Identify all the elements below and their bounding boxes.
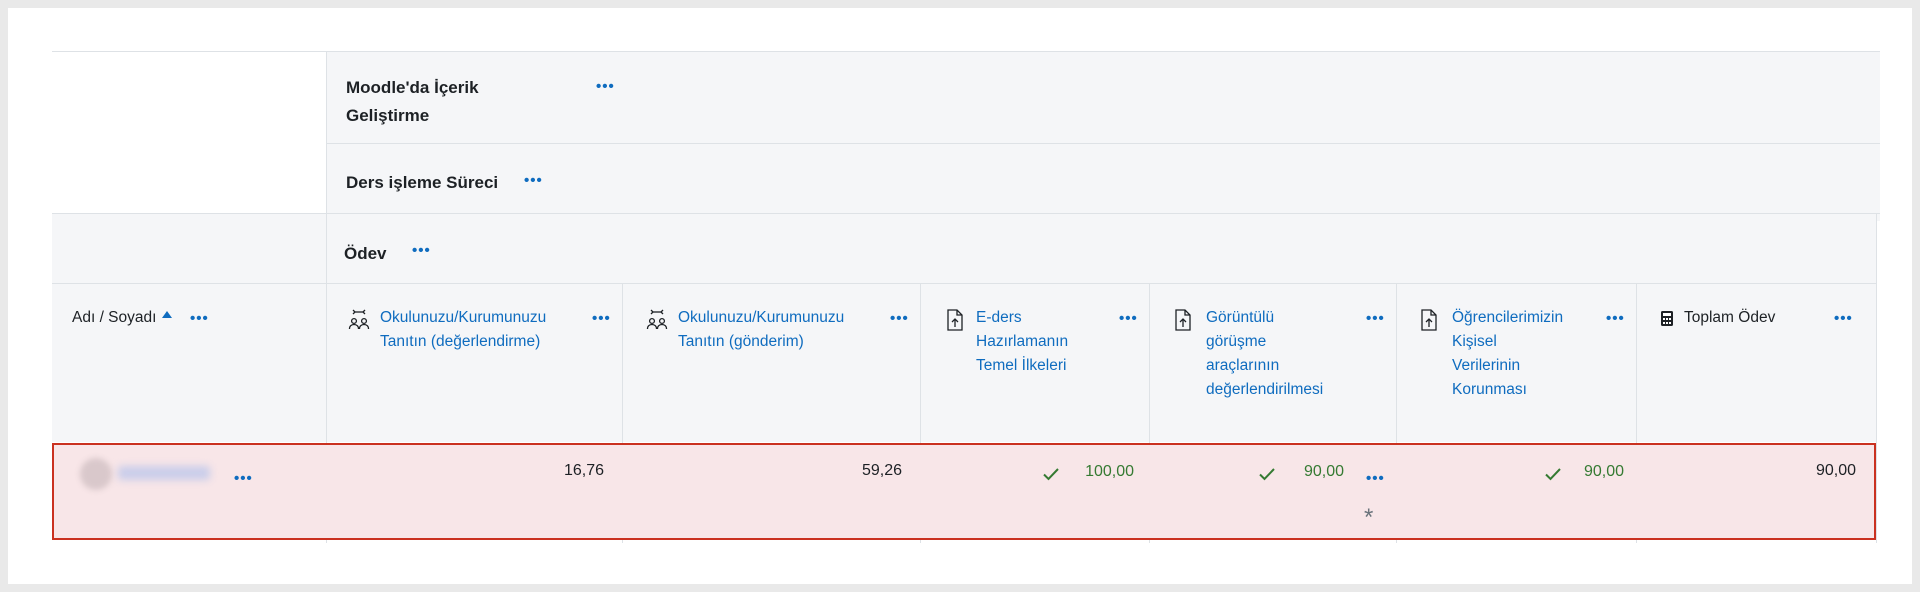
column-header-c2[interactable]: Okulunuzu/Kurumunuzu Tanıtın (gönderim) [678, 306, 878, 354]
category-header-bg [326, 51, 1880, 221]
grade-cell-c3[interactable]: 100,00 [1038, 463, 1134, 481]
column-name-label[interactable]: Adı / Soyadı [72, 309, 156, 326]
column-c4-actions-button[interactable]: ••• [1366, 311, 1385, 326]
column-c2-actions-button[interactable]: ••• [890, 311, 909, 326]
grade-cell-c4-actions-button[interactable]: ••• [1366, 471, 1385, 486]
category-top-actions-button[interactable]: ••• [596, 79, 615, 94]
column-c1-actions-button[interactable]: ••• [592, 311, 611, 326]
calculator-icon [1661, 311, 1673, 326]
column-header-name[interactable]: Adı / Soyadı [72, 306, 156, 330]
column-total-actions-button[interactable]: ••• [1834, 311, 1853, 326]
column-c3-actions-button[interactable]: ••• [1119, 311, 1138, 326]
grade-cell-c4[interactable]: 90,00 [1248, 463, 1344, 481]
column-header-total: Toplam Ödev [1684, 309, 1776, 326]
workshop-icon [348, 309, 370, 330]
grade-cell-c1[interactable]: 16,76 [508, 462, 604, 480]
grader-report-panel: Moodle'da İçerik Geliştirme ••• Ders işl… [8, 8, 1912, 584]
table-row [52, 443, 1876, 540]
overridden-flag: * [1364, 504, 1374, 531]
sort-ascending-icon[interactable] [161, 310, 173, 320]
avatar[interactable] [80, 458, 112, 490]
assignment-upload-icon [1421, 309, 1437, 331]
column-header-c3[interactable]: E-ders Hazırlamanın Temel İlkeleri [976, 306, 1096, 378]
category-assign-actions-button[interactable]: ••• [412, 243, 431, 258]
category-sub-actions-button[interactable]: ••• [524, 173, 543, 188]
category-title-sub: Ders işleme Süreci [346, 173, 499, 192]
category-title-top: Moodle'da İçerik Geliştirme [346, 78, 479, 125]
column-name-actions-button[interactable]: ••• [190, 311, 209, 326]
column-header-c5[interactable]: Öğrencilerimizin Kişisel Verilerinin Kor… [1452, 306, 1602, 402]
student-name-link[interactable] [118, 466, 210, 480]
grade-cell-total[interactable]: 90,00 [1760, 462, 1856, 480]
column-header-c4[interactable]: Görüntülü görüşme araçlarının değerlendi… [1206, 306, 1356, 402]
category-title-assign: Ödev [344, 244, 387, 263]
assignment-upload-icon [1175, 309, 1191, 331]
grade-cell-c2[interactable]: 59,26 [806, 462, 902, 480]
workshop-icon [646, 309, 668, 330]
grade-cell-c5[interactable]: 90,00 [1528, 463, 1624, 481]
column-c5-actions-button[interactable]: ••• [1606, 311, 1625, 326]
assignment-upload-icon [947, 309, 963, 331]
row-actions-button[interactable]: ••• [234, 471, 253, 486]
column-header-c1[interactable]: Okulunuzu/Kurumunuzu Tanıtın (değerlendi… [380, 306, 580, 354]
